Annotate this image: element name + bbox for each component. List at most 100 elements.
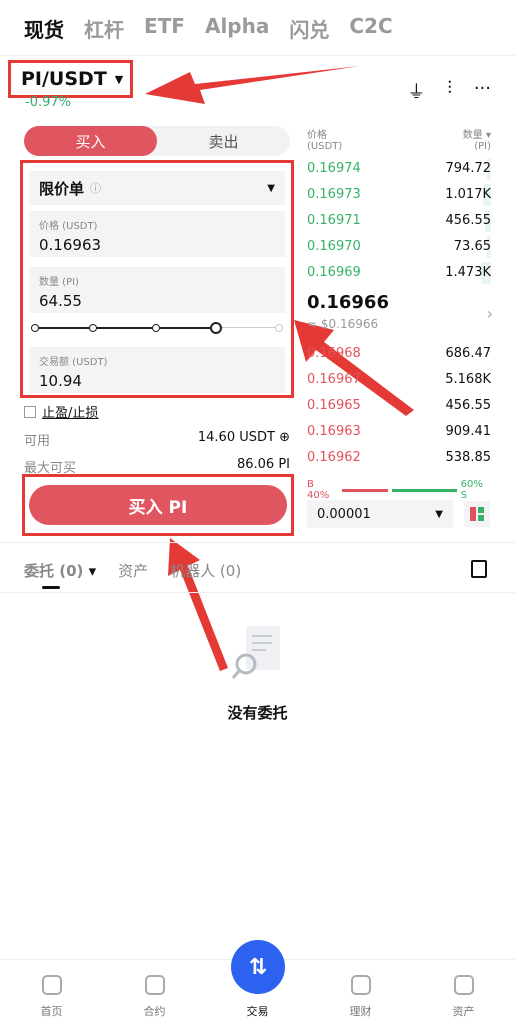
wallet-icon — [453, 975, 474, 995]
bid-price: 0.16963 — [307, 423, 361, 439]
precision-value: 0.00001 — [317, 506, 371, 522]
sell-ratio: 60% S — [460, 479, 483, 501]
slider-track-filled — [31, 327, 215, 329]
ask-qty: 794.72 — [445, 160, 492, 176]
tpsl-checkbox[interactable] — [24, 405, 36, 418]
ask-qty: 456.55 — [445, 212, 492, 228]
qty-column-header[interactable]: 数量 ▾ (PI) — [463, 126, 491, 152]
tab-bots[interactable]: 机器人 (0) — [170, 560, 241, 581]
ask-qty: 73.65 — [453, 238, 491, 254]
ask-row[interactable]: 0.16971 456.55 — [307, 210, 491, 230]
futures-icon — [144, 975, 165, 995]
nav-futures[interactable]: 合约 — [103, 960, 206, 1031]
bid-qty: 5.168K — [445, 371, 491, 387]
mid-price-usd: ≈ $0.16966 — [307, 317, 379, 331]
bid-price: 0.16968 — [307, 345, 361, 361]
add-funds-icon[interactable]: ⊕ — [279, 430, 290, 445]
caret-down-icon: ▼ — [435, 508, 443, 520]
pair-selector[interactable]: PI/USDT ▼ — [8, 60, 133, 98]
tab-margin[interactable]: 杠杆 — [84, 14, 124, 43]
tab-open-orders-label: 委托 (0) — [24, 562, 84, 580]
orderbook-layout-icon[interactable] — [464, 501, 490, 527]
more-icon[interactable]: ··· — [474, 78, 491, 104]
amount-field[interactable]: 数量 (PI) 64.55 — [29, 267, 285, 313]
price-value: 0.16963 — [39, 236, 102, 254]
nav-assets-label: 资产 — [452, 1005, 475, 1018]
caret-down-icon: ▼ — [267, 182, 275, 194]
bid-qty: 909.41 — [445, 423, 492, 439]
sell-tab[interactable]: 卖出 — [157, 126, 290, 156]
buy-tab[interactable]: 买入 — [24, 126, 157, 156]
market-type-tabs: 现货 杠杆 ETF Alpha 闪兑 C2C — [24, 14, 393, 43]
tab-alpha[interactable]: Alpha — [205, 14, 269, 43]
nav-assets[interactable]: 资产 — [412, 960, 515, 1031]
slider-stop-50[interactable] — [151, 324, 160, 332]
bid-row[interactable]: 0.16968 686.47 — [307, 343, 491, 363]
buy-button-highlight: 买入 PI — [22, 474, 294, 536]
buy-sell-ratio: B 40% 60% S — [307, 479, 491, 501]
total-field[interactable]: 交易额 (USDT) 10.94 — [29, 347, 285, 393]
tab-spot[interactable]: 现货 — [24, 14, 64, 43]
slider-track-empty — [214, 327, 283, 328]
chevron-right-icon[interactable]: › — [487, 304, 493, 323]
candlestick-chart-icon[interactable]: ⫶ — [447, 78, 452, 104]
slider-stop-100[interactable] — [275, 324, 284, 332]
tab-c2c[interactable]: C2C — [349, 14, 392, 43]
tab-etf[interactable]: ETF — [144, 14, 185, 43]
trade-swap-icon[interactable]: ⇅ — [231, 940, 285, 994]
side-toggle: 买入 卖出 — [24, 126, 290, 156]
qty-header-unit: (PI) — [474, 141, 491, 152]
ask-row[interactable]: 0.16973 1.017K — [307, 184, 491, 204]
active-tab-indicator — [42, 586, 60, 589]
buy-button[interactable]: 买入 PI — [29, 485, 287, 525]
total-value: 10.94 — [39, 372, 82, 390]
bid-row[interactable]: 0.16967 5.168K — [307, 369, 491, 389]
nav-earn[interactable]: 理财 — [309, 960, 412, 1031]
slider-stop-25[interactable] — [88, 324, 97, 332]
mid-price[interactable]: 0.16966 — [307, 292, 389, 313]
bid-row[interactable]: 0.16963 909.41 — [307, 421, 491, 441]
ask-row[interactable]: 0.16974 794.72 — [307, 158, 491, 178]
bid-price: 0.16962 — [307, 449, 361, 465]
tab-convert[interactable]: 闪兑 — [289, 14, 329, 43]
ask-price: 0.16971 — [307, 212, 361, 228]
slider-handle[interactable] — [209, 322, 222, 334]
order-type-value: 限价单 — [39, 179, 85, 198]
ask-price: 0.16969 — [307, 264, 361, 280]
annotation-arrow-pair — [145, 66, 360, 104]
info-icon[interactable]: ⓘ — [90, 180, 101, 196]
bid-row[interactable]: 0.16962 538.85 — [307, 447, 491, 467]
slider-stop-0[interactable] — [31, 324, 39, 332]
empty-document-icon — [232, 626, 280, 679]
qty-header-label: 数量 ▾ — [462, 130, 491, 141]
price-change: -0.97% — [25, 95, 71, 110]
total-label: 交易额 (USDT) — [39, 357, 108, 368]
ask-price: 0.16970 — [307, 238, 361, 254]
nav-home[interactable]: 首页 — [0, 960, 103, 1031]
precision-select[interactable]: 0.00001 ▼ — [307, 500, 453, 528]
price-alert-icon[interactable]: ⏚ — [407, 78, 425, 104]
ask-row[interactable]: 0.16970 73.65 — [307, 236, 491, 256]
earn-icon — [350, 975, 371, 995]
orders-divider — [0, 592, 515, 593]
order-type-select[interactable]: 限价单 ⓘ ▼ — [29, 171, 285, 205]
orderbook-header: 价格 (USDT) 数量 ▾ (PI) — [307, 126, 491, 152]
amount-slider[interactable] — [31, 321, 284, 335]
home-icon — [41, 975, 62, 995]
ask-price: 0.16973 — [307, 186, 361, 202]
ask-row[interactable]: 0.16969 1.473K — [307, 262, 491, 282]
available-value: 14.60 USDT — [197, 430, 275, 445]
sell-ratio-bar — [391, 488, 457, 492]
caret-down-icon: ▼ — [114, 72, 124, 86]
price-field[interactable]: 价格 (USDT) 0.16963 — [29, 211, 285, 257]
bid-row[interactable]: 0.16965 456.55 — [307, 395, 491, 415]
tpsl-label: 止盈/止损 — [42, 406, 99, 421]
order-history-icon[interactable] — [471, 560, 487, 578]
tpsl-toggle[interactable]: 止盈/止损 — [24, 402, 98, 421]
tab-open-orders[interactable]: 委托 (0) ▾ — [24, 560, 96, 581]
bid-price: 0.16965 — [307, 397, 361, 413]
pair-name: PI/USDT — [21, 68, 107, 90]
amount-label: 数量 (PI) — [39, 277, 79, 288]
ask-qty: 1.017K — [445, 186, 491, 202]
tab-assets[interactable]: 资产 — [118, 560, 148, 581]
